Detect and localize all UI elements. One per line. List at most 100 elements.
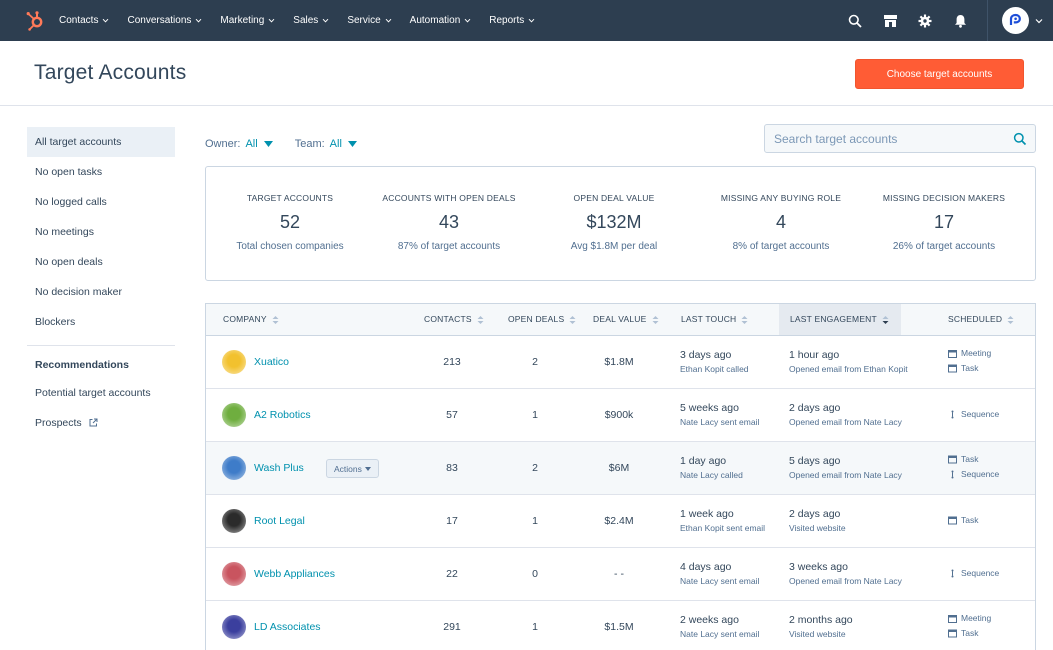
stat-subtext: Total chosen companies — [236, 241, 344, 252]
calendar-icon — [948, 349, 957, 358]
sidebar-item-prospects[interactable]: Prospects — [27, 408, 175, 438]
company-name-link[interactable]: A2 Robotics — [254, 409, 311, 421]
stat-missing-decision-makers[interactable]: MISSING DECISION MAKERS 17 26% of target a… — [861, 167, 1027, 282]
column-header-label: LAST ENGAGEMENT — [790, 314, 877, 324]
sidebar-item-no-meetings[interactable]: No meetings — [27, 217, 175, 247]
scheduled-task[interactable]: Task — [948, 515, 978, 525]
column-header-deal-value[interactable]: DEAL VALUE — [593, 304, 659, 335]
sidebar-divider — [27, 345, 175, 346]
column-header-contacts[interactable]: CONTACTS — [424, 304, 484, 335]
nav-item-sales[interactable]: Sales — [293, 15, 329, 26]
company-name-link[interactable]: Wash Plus — [254, 462, 304, 474]
column-header-label: DEAL VALUE — [593, 314, 647, 324]
nav-item-contacts[interactable]: Contacts — [59, 15, 109, 26]
calendar-icon — [948, 614, 957, 623]
sidebar-item-potential-target-accounts[interactable]: Potential target accounts — [27, 378, 175, 408]
account-menu[interactable] — [1002, 7, 1043, 34]
nav-item-service[interactable]: Service — [347, 15, 392, 26]
search-icon[interactable] — [847, 13, 863, 29]
actions-dropdown-button[interactable]: Actions — [326, 459, 379, 478]
table-row[interactable]: LD Associates 291 1 $1.5M 2 weeks ago Nate La… — [206, 601, 1035, 650]
nav-item-automation[interactable]: Automation — [410, 15, 472, 26]
scheduled-task[interactable]: Task — [948, 628, 978, 638]
sequence-icon — [951, 410, 954, 418]
settings-gear-icon[interactable] — [917, 13, 933, 29]
stat-label: MISSING ANY BUYING ROLE — [720, 193, 842, 203]
stat-target-accounts[interactable]: TARGET ACCOUNTS 52 Total chosen companies — [207, 167, 373, 282]
open-deals-count: 0 — [532, 568, 538, 580]
column-header-last-engagement[interactable]: LAST ENGAGEMENT — [779, 304, 901, 335]
deal-value: $1.5M — [604, 621, 634, 633]
stat-open-deal-value[interactable]: OPEN DEAL VALUE $132M Avg $1.8M per deal — [531, 167, 697, 282]
hubspot-logo-icon[interactable] — [25, 10, 47, 32]
stat-missing-any-buying-role[interactable]: MISSING ANY BUYING ROLE 4 8% of target acc… — [698, 167, 864, 282]
scheduled-sequence[interactable]: Sequence — [948, 568, 999, 578]
scheduled-label: Sequence — [961, 568, 1000, 578]
chevron-down-icon — [1035, 18, 1043, 23]
last-touch-detail: Nate Lacy sent email — [680, 629, 760, 639]
external-link-icon — [89, 418, 98, 427]
scheduled-task[interactable]: Task — [948, 363, 978, 373]
nav-item-label: Marketing — [220, 15, 265, 26]
nav-item-marketing[interactable]: Marketing — [220, 15, 275, 26]
table-row[interactable]: A2 Robotics 57 1 $900k 5 weeks ago Nate Lacy … — [206, 389, 1035, 442]
target-accounts-table: COMPANY CONTACTS OPEN DEALS DEAL VALUE L… — [205, 303, 1036, 650]
search-input[interactable] — [765, 131, 1005, 146]
column-header-label: SCHEDULED — [948, 314, 1003, 324]
sidebar-item-no-open-tasks[interactable]: No open tasks — [27, 157, 175, 187]
choose-target-accounts-button[interactable]: Choose target accounts — [855, 59, 1024, 89]
column-header-label: LAST TOUCH — [681, 314, 737, 324]
owner-filter[interactable]: Owner: All — [205, 138, 273, 150]
sidebar-item-label: No open tasks — [35, 166, 103, 178]
company-name-link[interactable]: Webb Appliances — [254, 568, 335, 580]
nav-item-reports[interactable]: Reports — [489, 15, 535, 26]
contacts-count: 213 — [443, 356, 461, 368]
contacts-count: 57 — [446, 409, 458, 421]
company-name-link[interactable]: Root Legal — [254, 515, 305, 527]
column-header-last-touch[interactable]: LAST TOUCH — [681, 304, 748, 335]
chevron-down-icon — [268, 18, 275, 23]
stat-value: 4 — [775, 212, 786, 232]
company-name-link[interactable]: LD Associates — [254, 621, 321, 633]
scheduled-sequence[interactable]: Sequence — [948, 469, 999, 479]
team-filter[interactable]: Team: All — [295, 138, 357, 150]
contacts-count: 83 — [446, 462, 458, 474]
sidebar-item-no-logged-calls[interactable]: No logged calls — [27, 187, 175, 217]
marketplace-icon[interactable] — [882, 13, 898, 29]
sidebar-item-no-open-deals[interactable]: No open deals — [27, 247, 175, 277]
search-icon[interactable] — [1013, 132, 1027, 146]
company-name-link[interactable]: Xuatico — [254, 356, 289, 368]
stat-label: TARGET ACCOUNTS — [246, 193, 334, 203]
scheduled-meeting[interactable]: Meeting — [948, 348, 991, 358]
summary-stats-card: TARGET ACCOUNTS 52 Total chosen companies A… — [205, 166, 1036, 281]
sidebar-item-no-decision-maker[interactable]: No decision maker — [27, 277, 175, 307]
deal-value: $6M — [608, 462, 630, 474]
scheduled-label: Sequence — [961, 469, 1000, 479]
company-logo — [222, 615, 246, 639]
page-header: Target Accounts Choose target accounts — [0, 41, 1053, 106]
open-deals-count: 1 — [532, 409, 538, 421]
chevron-down-icon — [528, 18, 535, 23]
column-header-company[interactable]: COMPANY — [223, 304, 279, 335]
table-row[interactable]: Webb Appliances 22 0 - - 4 days ago Nate Lacy… — [206, 548, 1035, 601]
column-header-scheduled[interactable]: SCHEDULED — [948, 304, 1014, 335]
sidebar-item-label: Potential target accounts — [35, 387, 151, 399]
caret-down-icon — [347, 141, 357, 147]
avatar[interactable] — [1002, 7, 1029, 34]
nav-item-conversations[interactable]: Conversations — [127, 15, 202, 26]
last-touch-detail: Ethan Kopit called — [680, 364, 749, 374]
table-row[interactable]: Xuatico 213 2 $1.8M 3 days ago Ethan Kopit ca… — [206, 336, 1035, 389]
scheduled-meeting[interactable]: Meeting — [948, 613, 991, 623]
table-row[interactable]: Wash Plus Actions 83 2 $6M 1 day ago Nate Lacy… — [206, 442, 1035, 495]
stat-accounts-with-open-deals[interactable]: ACCOUNTS WITH OPEN DEALS 43 87% of target … — [366, 167, 532, 282]
scheduled-sequence[interactable]: Sequence — [948, 409, 999, 419]
sidebar-item-blockers[interactable]: Blockers — [27, 307, 175, 337]
column-header-open-deals[interactable]: OPEN DEALS — [508, 304, 576, 335]
company-logo — [222, 403, 246, 427]
sidebar-item-all-target-accounts[interactable]: All target accounts — [27, 127, 175, 157]
deal-value: $2.4M — [604, 515, 634, 527]
notifications-bell-icon[interactable] — [952, 13, 968, 29]
table-row[interactable]: Root Legal 17 1 $2.4M 1 week ago Ethan Kopit … — [206, 495, 1035, 548]
sidebar-item-label: Blockers — [35, 316, 76, 328]
scheduled-task[interactable]: Task — [948, 454, 978, 464]
